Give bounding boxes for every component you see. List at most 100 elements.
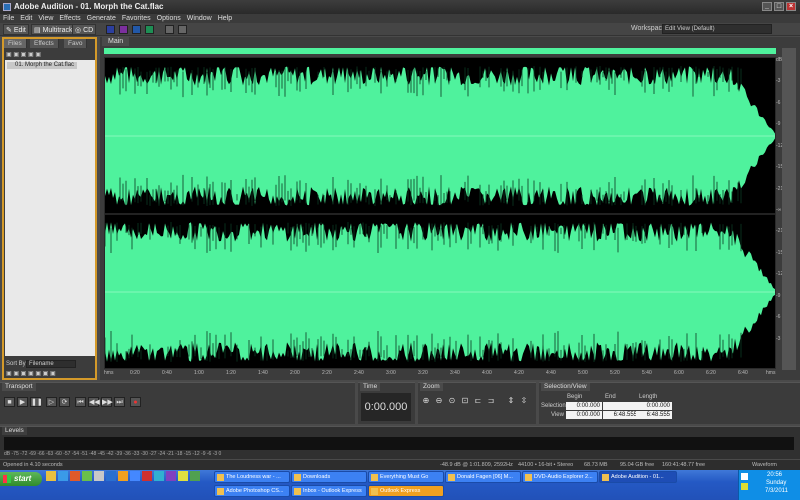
quicklaunch-icon[interactable]: [166, 471, 176, 481]
files-bottom-icons[interactable]: ▣ ▣ ▣ ▣ ▣ ▣ ▣: [6, 370, 94, 377]
network-icon[interactable]: [741, 473, 748, 480]
quicklaunch-icon[interactable]: [70, 471, 80, 481]
quicklaunch-icon[interactable]: [142, 471, 152, 481]
menu-edit[interactable]: Edit: [17, 14, 35, 23]
selection-begin-field[interactable]: 0:00.000: [566, 402, 602, 410]
loop-button[interactable]: ⟳: [59, 397, 70, 407]
quicklaunch-icon[interactable]: [118, 471, 128, 481]
view-begin-field[interactable]: 0:00.000: [566, 411, 602, 419]
overview-bar[interactable]: [104, 48, 776, 54]
db-tick-label: -6: [776, 314, 781, 321]
menu-file[interactable]: File: [0, 14, 17, 23]
phase-view-icon[interactable]: [145, 25, 154, 34]
zoom-left-edge-icon[interactable]: ⊏: [473, 396, 483, 406]
marquee-tool-icon[interactable]: [178, 25, 187, 34]
quicklaunch-icon[interactable]: [94, 471, 104, 481]
time-tick-label: 5:20: [610, 370, 620, 376]
spectral-view-icon[interactable]: [119, 25, 128, 34]
play-button[interactable]: ▶: [17, 397, 28, 407]
zoom-right-edge-icon[interactable]: ⊐: [486, 396, 496, 406]
levels-title: Levels: [2, 427, 27, 435]
quicklaunch-icon[interactable]: [46, 471, 56, 481]
db-tick-label: -∞: [776, 207, 782, 213]
time-tick-label: 3:00: [386, 370, 396, 376]
taskbar-item[interactable]: Donald Fagen [06] M...: [445, 471, 521, 483]
fast-forward-button[interactable]: ▶▶: [101, 397, 113, 407]
multitrack-view-button[interactable]: ▤ Multitrack: [31, 24, 76, 35]
record-button[interactable]: ●: [130, 397, 141, 407]
taskbar-item[interactable]: Downloads: [291, 471, 367, 483]
menu-view[interactable]: View: [35, 14, 56, 23]
selection-end-field[interactable]: [603, 402, 639, 410]
status-message: Opened in 4.10 seconds: [3, 462, 63, 468]
waveform-display[interactable]: [104, 57, 776, 369]
zoom-full-icon[interactable]: ⊙: [447, 396, 457, 406]
time-tick-label: 6:40: [738, 370, 748, 376]
menu-favorites[interactable]: Favorites: [119, 14, 154, 23]
vertical-zoom-scrollbar[interactable]: [782, 48, 796, 370]
play-from-cursor-button[interactable]: ▷: [46, 397, 57, 407]
minimize-button[interactable]: _: [762, 2, 772, 11]
edit-view-button[interactable]: ✎ Edit: [3, 24, 29, 35]
menu-generate[interactable]: Generate: [84, 14, 119, 23]
file-item[interactable]: 01. Morph the Cat.flac: [7, 62, 77, 69]
quicklaunch-icon[interactable]: [58, 471, 68, 481]
begin-header: Begin: [567, 394, 583, 400]
view-end-field[interactable]: 6:48.555: [603, 411, 639, 419]
sort-by-label: Sort By:: [6, 361, 28, 367]
menu-help[interactable]: Help: [215, 14, 235, 23]
taskbar-item[interactable]: Everything Must Go: [368, 471, 444, 483]
zoom-in-vertical-icon[interactable]: ⇕: [506, 396, 516, 406]
skip-back-button[interactable]: ⏮: [75, 397, 86, 407]
tab-main[interactable]: Main: [102, 37, 130, 46]
workspace-select[interactable]: Edit View (Default): [662, 24, 772, 34]
files-toolbar-icons[interactable]: ▣ ▣ ▣ ▣ ▣: [6, 51, 66, 59]
waveform-view-icon[interactable]: [106, 25, 115, 34]
menu-window[interactable]: Window: [184, 14, 215, 23]
selection-length-field[interactable]: 0:00.000: [636, 402, 672, 410]
selection-view-panel: Selection/View Begin End Length Selectio…: [539, 382, 800, 424]
quicklaunch-icon[interactable]: [130, 471, 140, 481]
taskbar-item[interactable]: DVD-Audio Explorer 2...: [522, 471, 598, 483]
close-button[interactable]: ×: [786, 2, 796, 11]
quicklaunch-icon[interactable]: [178, 471, 188, 481]
view-length-field[interactable]: 6:48.555: [636, 411, 672, 419]
zoom-in-horizontal-icon[interactable]: ⊕: [421, 396, 431, 406]
menu-options[interactable]: Options: [154, 14, 184, 23]
start-button[interactable]: start: [0, 472, 42, 486]
db-tick-label: -6: [776, 99, 781, 106]
stop-button[interactable]: ■: [4, 397, 15, 407]
tab-files[interactable]: Files: [4, 39, 27, 48]
taskbar-item[interactable]: Inbox - Outlook Express: [291, 485, 367, 497]
cd-view-button[interactable]: ◎ CD: [72, 24, 97, 35]
taskbar-item[interactable]: Adobe Photoshop CS...: [214, 485, 290, 497]
selection-row-label: Selection: [541, 403, 566, 409]
end-header: End: [605, 394, 616, 400]
taskbar-item-label: Outlook Express: [380, 488, 421, 494]
menu-effects[interactable]: Effects: [56, 14, 83, 23]
skip-forward-button[interactable]: ⏭: [114, 397, 125, 407]
pause-button[interactable]: ❚❚: [30, 397, 43, 407]
clock-time: 20:56: [767, 472, 783, 478]
taskbar-item-active[interactable]: Adobe Audition - 01...: [599, 471, 677, 483]
taskbar-item[interactable]: The Loudness war - ...: [214, 471, 290, 483]
zoom-out-horizontal-icon[interactable]: ⊖: [434, 396, 444, 406]
quicklaunch-icon[interactable]: [82, 471, 92, 481]
tab-favorites[interactable]: Favo: [64, 39, 88, 48]
maximize-button[interactable]: □: [774, 2, 784, 11]
quicklaunch-icon[interactable]: [190, 471, 200, 481]
volume-icon[interactable]: [741, 483, 748, 490]
time-selection-tool-icon[interactable]: [165, 25, 174, 34]
zoom-out-vertical-icon[interactable]: ⇳: [519, 396, 529, 406]
pan-view-icon[interactable]: [132, 25, 141, 34]
quicklaunch-icon[interactable]: [154, 471, 164, 481]
quicklaunch-icon[interactable]: [106, 471, 116, 481]
taskbar-item[interactable]: Outlook Express: [368, 485, 444, 497]
status-bar: Opened in 4.10 seconds -48.9 dB @ 1:01.8…: [0, 460, 800, 470]
files-panel: Files Effects Favo ▣ ▣ ▣ ▣ ▣ 01. Morph t…: [2, 37, 97, 380]
zoom-selection-icon[interactable]: ⊡: [460, 396, 470, 406]
time-tick-label: 5:40: [642, 370, 652, 376]
rewind-button[interactable]: ◀◀: [88, 397, 100, 407]
tab-effects[interactable]: Effects: [30, 39, 59, 48]
sort-by-select[interactable]: Filename: [26, 360, 76, 368]
